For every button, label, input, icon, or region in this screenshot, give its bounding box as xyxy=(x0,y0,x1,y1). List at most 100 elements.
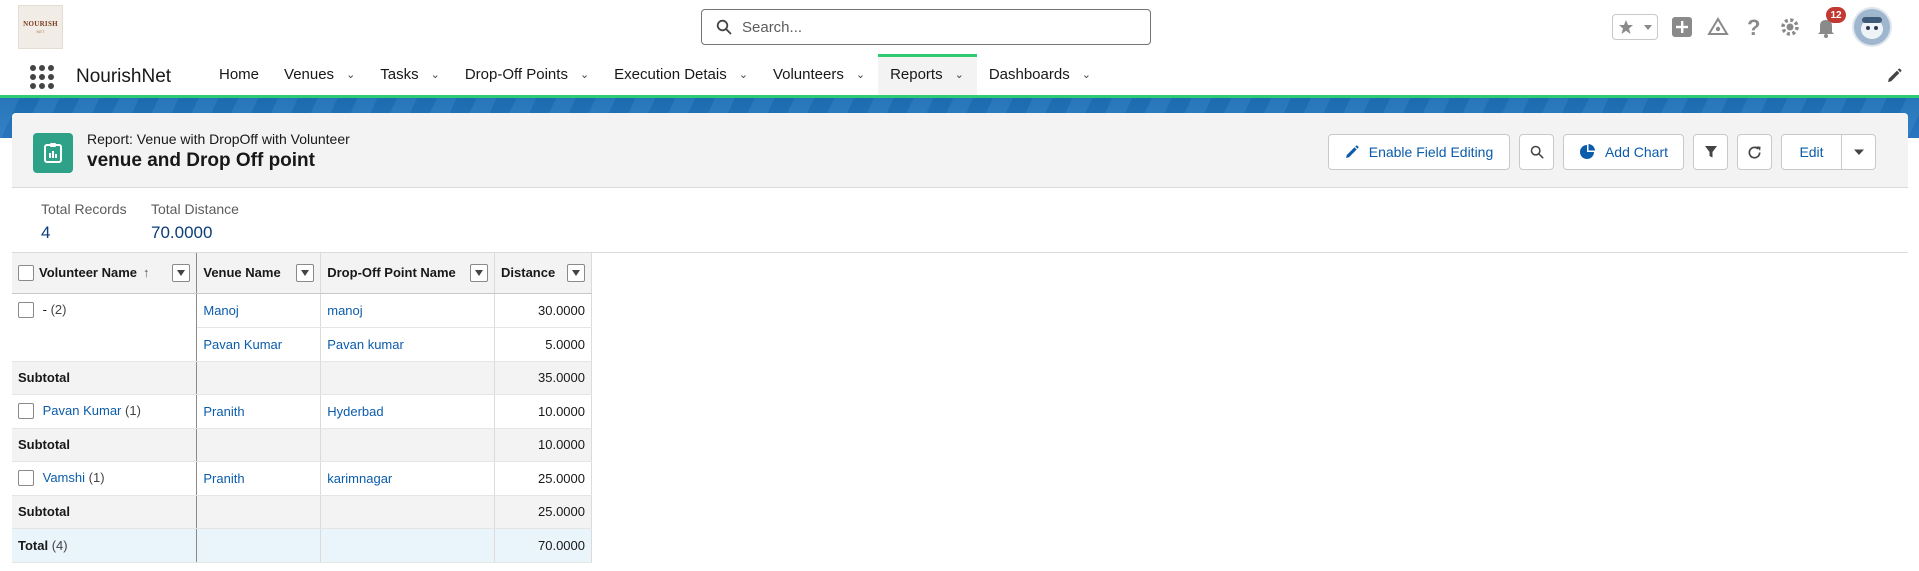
column-menu-icon[interactable] xyxy=(567,263,585,282)
nav-item-label: Volunteers xyxy=(772,66,844,83)
global-search[interactable] xyxy=(701,9,1151,45)
chevron-down-icon[interactable]: ⌄ xyxy=(1082,68,1091,81)
column-label: Distance xyxy=(501,265,556,281)
nav-item-execution-details[interactable]: Execution Detais ⌄ xyxy=(602,54,761,95)
enable-field-editing-button[interactable]: Enable Field Editing xyxy=(1328,134,1510,170)
nav-item-dashboards[interactable]: Dashboards ⌄ xyxy=(977,54,1104,95)
filter-icon xyxy=(1704,146,1717,158)
column-header-venue[interactable]: Venue Name xyxy=(196,253,322,294)
nav-item-venues[interactable]: Venues ⌄ xyxy=(272,54,368,95)
chevron-down-icon[interactable]: ⌄ xyxy=(856,68,865,81)
report-table: Volunteer Name ↑ Venue Name Drop-Off Poi… xyxy=(12,253,592,563)
global-create-button[interactable] xyxy=(1670,15,1694,39)
column-header-dropoff[interactable]: Drop-Off Point Name xyxy=(320,253,496,294)
search-report-button[interactable] xyxy=(1519,134,1554,170)
row-checkbox[interactable] xyxy=(18,470,34,487)
row-checkbox[interactable] xyxy=(18,403,34,420)
subtotal-value: 10.0000 xyxy=(494,428,592,462)
dropoff-link[interactable]: manoj xyxy=(327,303,362,318)
column-header-volunteer[interactable]: Volunteer Name ↑ xyxy=(12,253,198,294)
trailhead-button[interactable] xyxy=(1706,15,1730,39)
column-label: Drop-Off Point Name xyxy=(327,265,456,281)
column-header-distance[interactable]: Distance xyxy=(494,253,592,294)
chevron-down-icon[interactable]: ⌄ xyxy=(580,68,589,81)
column-menu-icon[interactable] xyxy=(172,263,191,282)
table-row: Vamshi (1) Pranith karimnagar 25.0000 xyxy=(12,461,592,496)
group-cell: - (2) xyxy=(12,293,198,362)
edit-nav-pencil-icon[interactable] xyxy=(1885,67,1903,85)
chevron-down-icon[interactable]: ⌄ xyxy=(955,68,964,81)
help-icon: ? xyxy=(1747,16,1760,38)
utility-icons: ? 12 xyxy=(1612,7,1892,47)
total-count: (4) xyxy=(51,537,68,553)
trailhead-icon xyxy=(1707,17,1729,35)
nav-item-label: Venues xyxy=(284,66,335,83)
column-label: Volunteer Name xyxy=(39,265,138,281)
app-logo[interactable]: NOURISH NET xyxy=(18,5,63,49)
venue-link[interactable]: Pranith xyxy=(203,404,244,419)
nav-item-home[interactable]: Home xyxy=(207,54,272,95)
logo-subtext: NET xyxy=(36,29,45,34)
column-menu-icon[interactable] xyxy=(470,263,489,282)
help-button[interactable]: ? xyxy=(1742,15,1766,39)
group-count: (1) xyxy=(125,402,141,418)
user-avatar[interactable] xyxy=(1852,7,1892,47)
add-chart-button[interactable]: Add Chart xyxy=(1563,134,1684,170)
nav-item-volunteers[interactable]: Volunteers ⌄ xyxy=(761,54,878,95)
summary-value: 4 xyxy=(41,223,51,242)
nav-item-tasks[interactable]: Tasks ⌄ xyxy=(368,54,453,95)
chevron-down-icon[interactable]: ⌄ xyxy=(739,68,748,81)
distance-value: 30.0000 xyxy=(494,293,592,328)
dropoff-link[interactable]: karimnagar xyxy=(327,471,392,486)
chevron-down-icon[interactable] xyxy=(1643,22,1653,32)
nav-item-drop-off-points[interactable]: Drop-Off Points ⌄ xyxy=(453,54,602,95)
table-header-row: Volunteer Name ↑ Venue Name Drop-Off Poi… xyxy=(12,253,592,294)
total-cell: Total (4) xyxy=(12,527,198,563)
search-input[interactable] xyxy=(742,18,1122,36)
venue-link[interactable]: Pranith xyxy=(203,471,244,486)
svg-text:?: ? xyxy=(1747,16,1760,38)
app-name: NourishNet xyxy=(76,66,172,87)
column-menu-icon[interactable] xyxy=(296,263,315,282)
report-icon xyxy=(33,133,73,173)
more-actions-button[interactable] xyxy=(1842,134,1876,170)
refresh-button[interactable] xyxy=(1737,134,1772,170)
star-icon[interactable] xyxy=(1618,19,1634,35)
table-row: - (2) Manoj manoj 30.0000 xyxy=(12,293,592,362)
summary-label: Total Records xyxy=(41,201,127,217)
total-row: Total (4) 70.0000 xyxy=(12,527,592,563)
nav-item-reports[interactable]: Reports ⌄ xyxy=(878,54,977,95)
select-all-checkbox[interactable] xyxy=(18,264,34,281)
edit-button[interactable]: Edit xyxy=(1781,134,1842,170)
distance-value: 10.0000 xyxy=(494,394,592,429)
dropoff-link[interactable]: Pavan kumar xyxy=(327,337,404,352)
subtotal-value: 25.0000 xyxy=(494,495,592,529)
report-header: Report: Venue with DropOff with Voluntee… xyxy=(12,113,1908,188)
nav-item-label: Reports xyxy=(890,66,943,83)
setup-button[interactable] xyxy=(1778,15,1802,39)
filter-button[interactable] xyxy=(1693,134,1728,170)
favorites-group[interactable] xyxy=(1612,14,1658,40)
notifications-button[interactable]: 12 xyxy=(1814,7,1846,39)
group-count: (1) xyxy=(88,469,105,485)
venue-link[interactable]: Pavan Kumar xyxy=(203,337,282,352)
dropoff-link[interactable]: Hyderbad xyxy=(327,404,383,419)
volunteer-link[interactable]: Vamshi xyxy=(43,470,85,485)
avatar-icon xyxy=(1854,9,1890,45)
sort-ascending-icon[interactable]: ↑ xyxy=(143,265,150,280)
nav-item-label: Dashboards xyxy=(988,66,1070,83)
row-checkbox[interactable] xyxy=(18,302,34,319)
app-nav-bar: NourishNet Home Venues ⌄ Tasks ⌄ Drop-Of… xyxy=(0,54,1919,98)
add-chart-label: Add Chart xyxy=(1604,144,1669,160)
search-icon xyxy=(1530,145,1543,159)
chevron-down-icon[interactable]: ⌄ xyxy=(346,68,355,81)
nav-item-label: Tasks xyxy=(380,66,419,83)
volunteer-link[interactable]: Pavan Kumar xyxy=(43,403,122,418)
subtotal-value: 35.0000 xyxy=(494,361,592,395)
nav-item-label: Home xyxy=(219,66,260,83)
notification-badge: 12 xyxy=(1826,7,1846,23)
app-launcher-icon[interactable] xyxy=(30,65,58,89)
venue-link[interactable]: Manoj xyxy=(203,303,238,318)
chevron-down-icon[interactable]: ⌄ xyxy=(431,68,440,81)
nav-item-label: Execution Detais xyxy=(614,66,727,83)
